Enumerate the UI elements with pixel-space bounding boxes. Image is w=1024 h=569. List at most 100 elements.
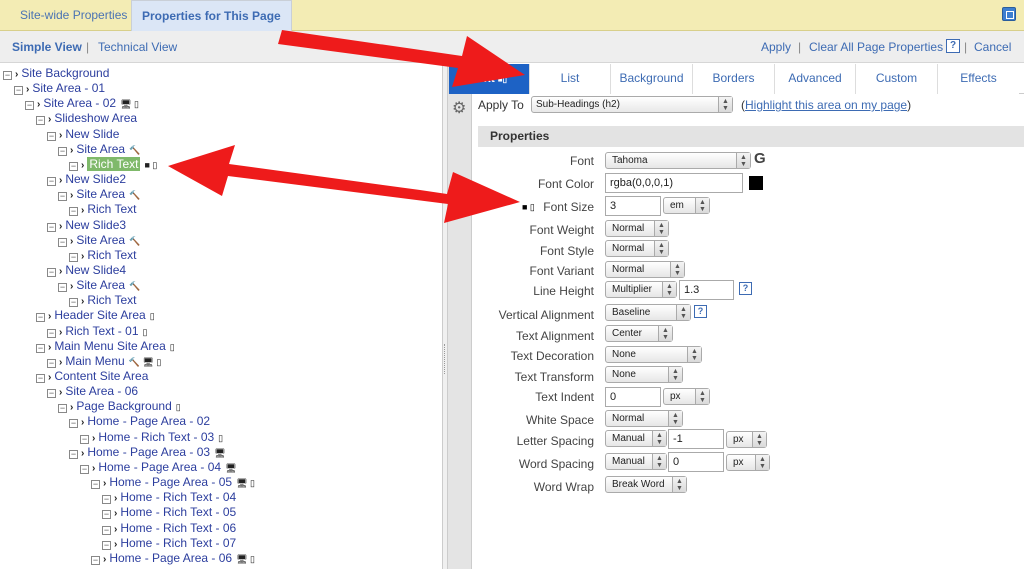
tree-item[interactable]: − › Rich Text bbox=[69, 202, 136, 217]
tab-properties-for-this-page[interactable]: Properties for This Page bbox=[131, 0, 292, 31]
tab-effects[interactable]: Effects bbox=[937, 64, 1019, 94]
word-spacing-input[interactable]: 0 bbox=[668, 452, 724, 472]
tree-item[interactable]: − › Home - Rich Text - 06 bbox=[102, 521, 236, 536]
letter-spacing-mode-select[interactable]: Manual ▲ ▼ bbox=[605, 430, 667, 447]
tree-item[interactable]: − › Site Area 🔨 bbox=[58, 187, 140, 202]
tab-custom[interactable]: Custom bbox=[855, 64, 937, 94]
collapse-icon[interactable]: − bbox=[102, 525, 111, 535]
word-spacing-unit-select[interactable]: px ▲ ▼ bbox=[726, 454, 770, 471]
tree-item[interactable]: − › Site Area - 06 bbox=[47, 384, 138, 399]
collapse-icon[interactable]: − bbox=[69, 298, 78, 308]
tree-item[interactable]: − › Header Site Area ▯ bbox=[36, 308, 155, 323]
tree-item[interactable]: − › Rich Text - 01 ▯ bbox=[47, 324, 147, 339]
tree-item[interactable]: − › Home - Rich Text - 05 bbox=[102, 505, 236, 520]
tree-item-label[interactable]: Site Area - 01 bbox=[32, 81, 105, 95]
font-style-select[interactable]: Normal ▲ ▼ bbox=[605, 240, 669, 257]
line-height-input[interactable]: 1.3 bbox=[679, 280, 734, 300]
color-swatch[interactable] bbox=[749, 176, 763, 190]
collapse-icon[interactable]: − bbox=[36, 343, 45, 353]
tree-item-label[interactable]: Slideshow Area bbox=[54, 111, 137, 125]
tree-item-label[interactable]: Home - Page Area - 06 bbox=[109, 551, 232, 565]
technical-view-link[interactable]: Technical View bbox=[98, 40, 177, 54]
line-height-mode-select[interactable]: Multiplier ▲ ▼ bbox=[605, 281, 677, 298]
text-indent-unit-select[interactable]: px ▲ ▼ bbox=[663, 388, 710, 405]
tree-item-label[interactable]: Home - Rich Text - 04 bbox=[120, 490, 236, 504]
font-variant-select[interactable]: Normal ▲ ▼ bbox=[605, 261, 685, 278]
text-transform-select[interactable]: None ▲ ▼ bbox=[605, 366, 683, 383]
tree-item-label[interactable]: Rich Text bbox=[87, 248, 136, 262]
collapse-icon[interactable]: − bbox=[47, 267, 56, 277]
letter-spacing-input[interactable]: -1 bbox=[668, 429, 724, 449]
highlight-area-link[interactable]: Highlight this area on my page bbox=[745, 98, 907, 112]
tree-item[interactable]: − › Home - Rich Text - 03 ▯ bbox=[80, 430, 223, 445]
collapse-icon[interactable]: − bbox=[36, 313, 45, 323]
tree-item[interactable]: − › Slideshow Area bbox=[36, 111, 137, 126]
apply-button[interactable]: Apply bbox=[761, 40, 791, 54]
tab-background[interactable]: Background bbox=[610, 64, 692, 94]
collapse-icon[interactable]: − bbox=[58, 192, 67, 202]
collapse-icon[interactable]: − bbox=[91, 555, 100, 565]
tree-item-label[interactable]: Site Background bbox=[21, 66, 109, 80]
collapse-icon[interactable]: − bbox=[58, 283, 67, 293]
collapse-icon[interactable]: − bbox=[36, 116, 45, 126]
tab-site-wide-properties[interactable]: Site-wide Properties bbox=[10, 0, 137, 31]
tree-item[interactable]: − › Site Area 🔨 bbox=[58, 142, 140, 157]
collapse-icon[interactable]: − bbox=[69, 419, 78, 429]
tree-item-label[interactable]: Rich Text - 01 bbox=[65, 324, 138, 338]
font-size-unit-select[interactable]: em ▲ ▼ bbox=[663, 197, 710, 214]
cancel-button[interactable]: Cancel bbox=[974, 40, 1011, 54]
tree-item-label[interactable]: Home - Page Area - 04 bbox=[98, 460, 221, 474]
collapse-icon[interactable]: − bbox=[58, 237, 67, 247]
tree-item-label[interactable]: Home - Rich Text - 03 bbox=[98, 430, 214, 444]
white-space-select[interactable]: Normal ▲ ▼ bbox=[605, 410, 683, 427]
tree-item-label[interactable]: Header Site Area bbox=[54, 308, 145, 322]
collapse-icon[interactable]: − bbox=[47, 358, 56, 368]
tree-item-label[interactable]: Rich Text bbox=[87, 156, 141, 171]
tree-item[interactable]: − › Home - Page Area - 03 🖥 bbox=[69, 445, 226, 460]
tree-item[interactable]: − › New Slide4 bbox=[47, 263, 126, 278]
tree-item[interactable]: − › Home - Rich Text - 07 bbox=[102, 536, 236, 551]
expand-window-icon[interactable] bbox=[1002, 7, 1016, 21]
collapse-icon[interactable]: − bbox=[47, 177, 56, 187]
vertical-alignment-select[interactable]: Baseline ▲ ▼ bbox=[605, 304, 691, 321]
help-icon[interactable]: ? bbox=[694, 305, 707, 318]
collapse-icon[interactable]: − bbox=[102, 510, 111, 520]
collapse-icon[interactable]: − bbox=[47, 222, 56, 232]
collapse-icon[interactable]: − bbox=[102, 540, 111, 550]
tree-item[interactable]: − › Main Menu 🔨 🖥 ▯ bbox=[47, 354, 161, 369]
tab-list[interactable]: List bbox=[529, 64, 610, 94]
tree-item-label[interactable]: Home - Rich Text - 05 bbox=[120, 505, 236, 519]
tree-item[interactable]: − › Site Area 🔨 bbox=[58, 278, 140, 293]
tree-item-label[interactable]: New Slide2 bbox=[65, 172, 126, 186]
tree-item-label[interactable]: Home - Page Area - 05 bbox=[109, 475, 232, 489]
letter-spacing-unit-select[interactable]: px ▲ ▼ bbox=[726, 431, 767, 448]
font-select[interactable]: Tahoma ▲ ▼ bbox=[605, 152, 751, 169]
collapse-icon[interactable]: − bbox=[69, 161, 78, 171]
tree-item[interactable]: − › Site Area - 01 bbox=[14, 81, 105, 96]
tree-item-label[interactable]: Rich Text bbox=[87, 293, 136, 307]
tree-item-label[interactable]: Site Area - 06 bbox=[65, 384, 138, 398]
collapse-icon[interactable]: − bbox=[25, 101, 34, 111]
tree-item-label[interactable]: Home - Page Area - 03 bbox=[87, 445, 210, 459]
tree-item[interactable]: − › Site Area - 02 🖥 ▯ bbox=[25, 96, 139, 111]
collapse-icon[interactable]: − bbox=[69, 207, 78, 217]
tree-item-label[interactable]: Home - Rich Text - 06 bbox=[120, 521, 236, 535]
tree-item-label[interactable]: New Slide3 bbox=[65, 218, 126, 232]
tab-borders[interactable]: Borders bbox=[692, 64, 774, 94]
tree-item[interactable]: − › Home - Page Area - 02 bbox=[69, 414, 210, 429]
collapse-icon[interactable]: − bbox=[69, 252, 78, 262]
tree-item[interactable]: − › Home - Page Area - 04 🖥 bbox=[80, 460, 237, 475]
text-indent-input[interactable]: 0 bbox=[605, 387, 661, 407]
collapse-icon[interactable]: − bbox=[69, 449, 78, 459]
tree-item[interactable]: − › Main Menu Site Area ▯ bbox=[36, 339, 175, 354]
font-size-input[interactable]: 3 bbox=[605, 196, 661, 216]
help-icon[interactable]: ? bbox=[739, 282, 752, 295]
tree-item[interactable]: − › New Slide2 bbox=[47, 172, 126, 187]
collapse-icon[interactable]: − bbox=[3, 71, 12, 80]
tree-item-label[interactable]: Site Area bbox=[76, 187, 125, 201]
tree-item[interactable]: − › New Slide3 bbox=[47, 218, 126, 233]
tree-item[interactable]: − › Home - Page Area - 06 🖥 ▯ bbox=[91, 551, 255, 566]
tree-item-label[interactable]: New Slide4 bbox=[65, 263, 126, 277]
help-icon[interactable]: ? bbox=[946, 39, 960, 53]
word-wrap-select[interactable]: Break Word ▲ ▼ bbox=[605, 476, 687, 493]
